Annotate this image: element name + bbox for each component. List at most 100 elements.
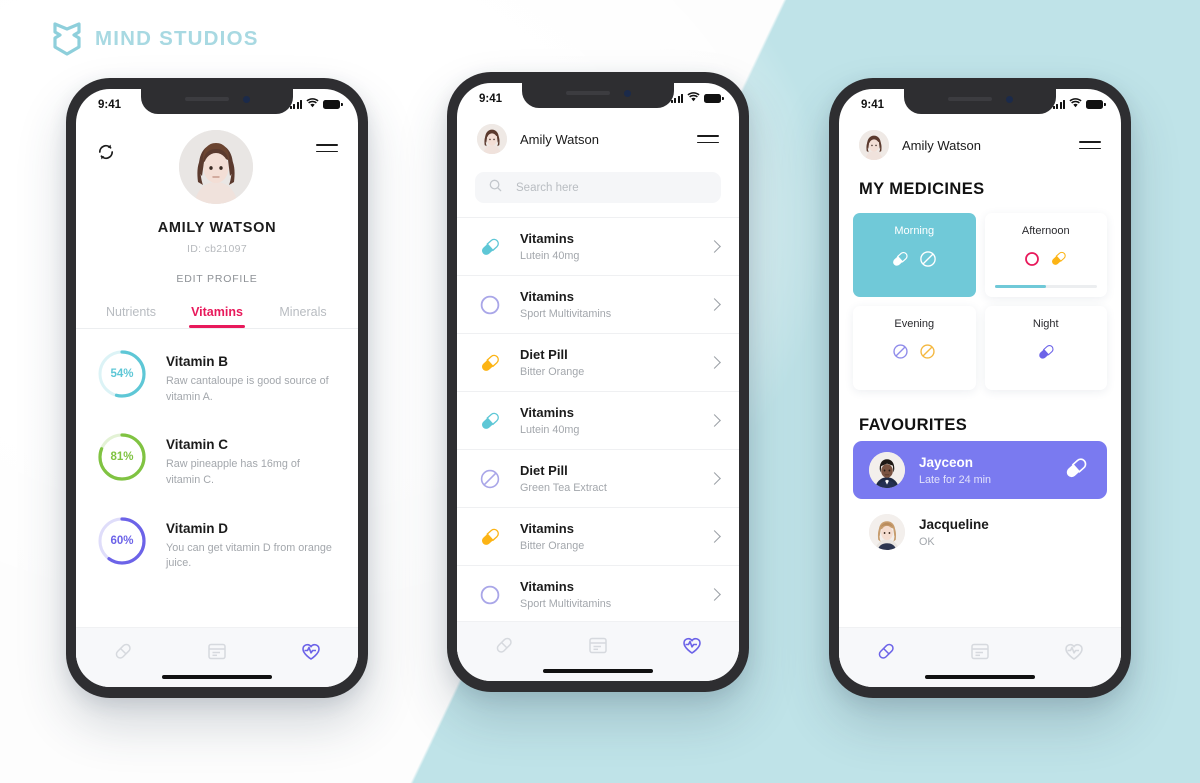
medicine-subtitle: Bitter Orange [520, 366, 585, 378]
wifi-icon [687, 92, 700, 105]
list-item[interactable]: Vitamins Lutein 40mg [457, 391, 739, 449]
heart-pulse-icon[interactable] [299, 639, 323, 663]
list-item[interactable]: Diet Pill Bitter Orange [457, 333, 739, 391]
capsule-icon[interactable] [1061, 453, 1091, 488]
medicine-title: Vitamins [520, 521, 574, 536]
chevron-right-icon[interactable] [708, 588, 721, 601]
phone-medicine-list: 9:41 Amily Watson Search here Vitamins L… [447, 72, 749, 692]
status-time: 9:41 [861, 98, 885, 111]
chevron-right-icon[interactable] [708, 472, 721, 485]
capsule-icon [1035, 341, 1057, 368]
list-item[interactable]: Vitamins Lutein 40mg [457, 217, 739, 275]
time-card-label: Evening [894, 318, 935, 330]
medicine-title: Vitamins [520, 289, 574, 304]
category-tabs: Nutrients Vitamins Minerals [76, 305, 358, 328]
tab-minerals[interactable]: Minerals [260, 305, 346, 328]
home-indicator [162, 674, 272, 679]
tablet-icon [890, 341, 911, 367]
brand-logo: MIND STUDIOS [52, 22, 259, 56]
hamburger-menu-icon[interactable] [697, 134, 719, 144]
hamburger-menu-icon[interactable] [1079, 140, 1101, 150]
hamburger-menu-icon[interactable] [316, 144, 338, 153]
calendar-icon[interactable] [586, 633, 610, 657]
wifi-icon [306, 98, 319, 111]
chevron-right-icon[interactable] [708, 530, 721, 543]
bottom-navigation [76, 626, 358, 675]
calendar-icon[interactable] [968, 639, 992, 663]
list-item[interactable]: Vitamins Sport Multivitamins [457, 275, 739, 333]
chevron-right-icon[interactable] [708, 298, 721, 311]
vitamin-description: You can get vitamin D from orange juice. [166, 541, 332, 570]
screen-header: Amily Watson [457, 110, 739, 154]
list-item[interactable]: Diet Pill Green Tea Extract [457, 449, 739, 507]
capsule-icon [889, 248, 911, 275]
medicine-subtitle: Lutein 40mg [520, 250, 580, 262]
capsule-icon [1048, 248, 1069, 274]
edit-profile-button[interactable]: EDIT PROFILE [76, 273, 358, 285]
status-bar: 9:41 [76, 89, 358, 116]
contact-name: Jacqueline [919, 516, 989, 532]
battery-full-icon [704, 94, 724, 103]
phone-my-medicines: 9:41 Amily Watson MY MEDICINES Morning A… [829, 78, 1131, 698]
time-card-label: Night [1032, 318, 1059, 330]
vitamin-description: Raw pineapple has 16mg of vitamin C. [166, 458, 300, 486]
avatar[interactable] [477, 124, 507, 154]
list-item[interactable]: 81% Vitamin C Raw pineapple has 16mg of … [76, 418, 358, 501]
calendar-icon[interactable] [205, 639, 229, 663]
list-item[interactable]: Jayceon Late for 24 min [853, 441, 1107, 499]
pill-icon[interactable] [111, 639, 135, 663]
tab-vitamins[interactable]: Vitamins [174, 305, 260, 328]
cellular-bars-icon [289, 100, 302, 109]
bottom-navigation [457, 620, 739, 669]
contact-status: Late for 24 min [919, 473, 992, 486]
vitamins-list: 54% Vitamin B Raw cantaloupe is good sou… [76, 329, 358, 627]
capsule-icon [477, 524, 503, 550]
medicines-list: Vitamins Lutein 40mg Vitamins Sport Mult… [457, 217, 739, 621]
search-icon [489, 179, 502, 197]
chevron-right-icon[interactable] [708, 356, 721, 369]
tab-nutrients[interactable]: Nutrients [88, 305, 174, 328]
time-card-night[interactable]: Night [984, 306, 1107, 390]
circle-pill-icon [477, 582, 503, 608]
time-card-evening[interactable]: Evening [853, 306, 976, 390]
pill-icon[interactable] [874, 639, 898, 663]
progress-ring: 54% [96, 348, 148, 400]
vitamin-title: Vitamin B [166, 354, 229, 369]
status-time: 9:41 [98, 98, 122, 111]
time-card-afternoon[interactable]: Afternoon [984, 213, 1107, 297]
battery-full-icon [1086, 100, 1106, 109]
list-item[interactable]: Jacqueline OK [853, 503, 1107, 561]
chevron-right-icon[interactable] [708, 240, 721, 253]
medicine-subtitle: Sport Multivitamins [520, 308, 612, 320]
progress-value: 60% [110, 534, 134, 547]
time-cards-grid: Morning Afternoon Evening Night [839, 199, 1121, 390]
heart-pulse-icon[interactable] [1062, 639, 1086, 663]
list-item[interactable]: 60% Vitamin D You can get vitamin D from… [76, 502, 358, 585]
avatar [869, 514, 905, 550]
medicine-title: Vitamins [520, 579, 574, 594]
section-title-favourites: FAVOURITES [859, 416, 968, 434]
progress-value: 81% [110, 451, 134, 464]
search-input[interactable]: Search here [475, 172, 721, 203]
heart-pulse-icon[interactable] [680, 633, 704, 657]
chevron-right-icon[interactable] [708, 414, 721, 427]
bottom-navigation [839, 626, 1121, 675]
medicine-subtitle: Bitter Orange [520, 540, 585, 552]
list-item[interactable]: Vitamins Sport Multivitamins [457, 565, 739, 621]
favourites-list: Jayceon Late for 24 min Jacqueline OK [839, 441, 1121, 561]
sync-refresh-icon[interactable] [96, 142, 116, 167]
avatar[interactable] [859, 130, 889, 160]
tablet-icon [917, 248, 939, 275]
phone-profile: 9:41 AMILY WATSON ID: cb21097 EDIT PROFI… [66, 78, 368, 698]
list-item[interactable]: Vitamins Bitter Orange [457, 507, 739, 565]
list-item[interactable]: 54% Vitamin B Raw cantaloupe is good sou… [76, 335, 358, 418]
tablet-icon [477, 466, 503, 492]
avatar [869, 452, 905, 488]
capsule-icon [477, 350, 503, 376]
time-card-morning[interactable]: Morning [853, 213, 976, 297]
page-title: AMILY WATSON [157, 220, 277, 236]
medicine-subtitle: Green Tea Extract [520, 482, 607, 494]
wifi-icon [1069, 98, 1082, 111]
pill-icon[interactable] [492, 633, 516, 657]
home-indicator [925, 674, 1035, 679]
